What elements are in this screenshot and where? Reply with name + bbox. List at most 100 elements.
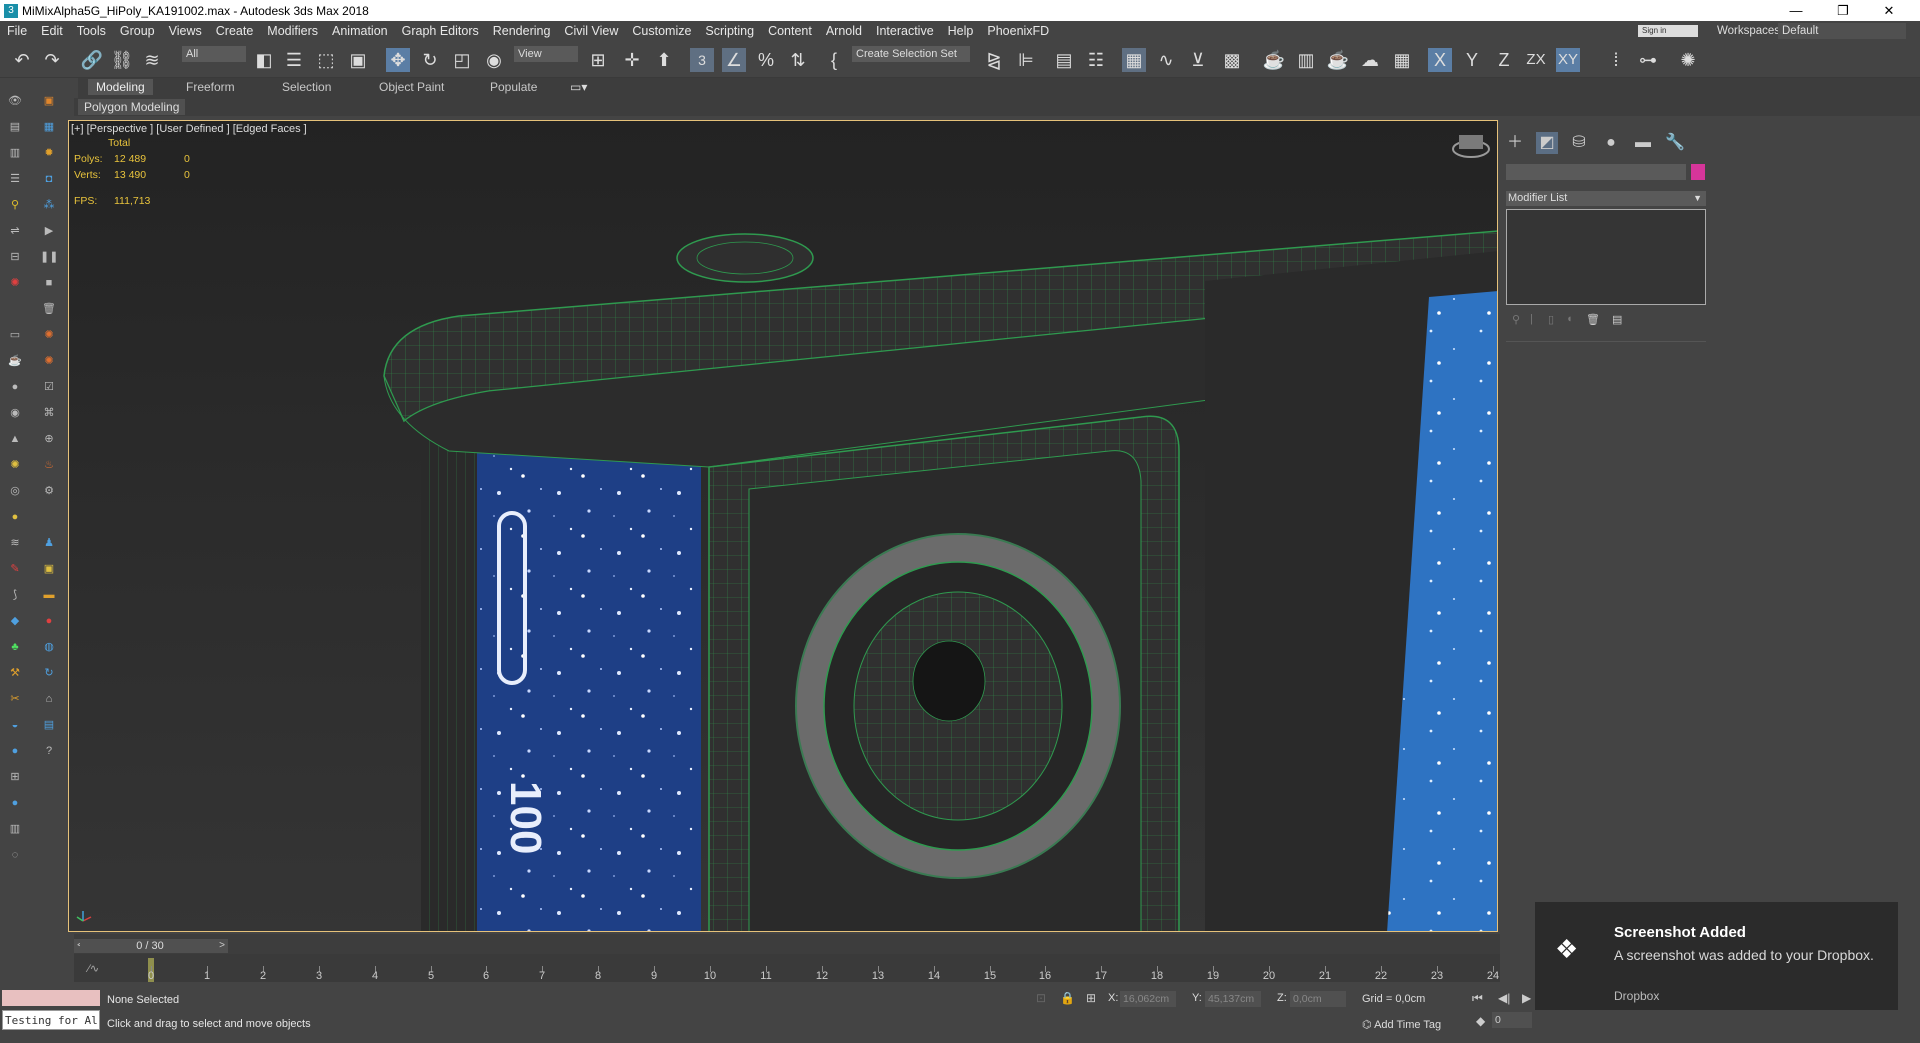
- sofa-icon[interactable]: ▬: [40, 586, 58, 604]
- perspective-viewport[interactable]: 100 [+] [Perspective ] [User Defined ] […: [68, 120, 1498, 932]
- menu-rendering[interactable]: Rendering: [486, 24, 558, 38]
- maxscript-input[interactable]: Testing for Al: [2, 1010, 100, 1030]
- modifier-list-dropdown[interactable]: Modifier List ▼: [1506, 191, 1706, 206]
- modifier-stack[interactable]: [1506, 209, 1706, 305]
- trash-icon[interactable]: 🗑: [40, 300, 58, 318]
- tool-icon[interactable]: ⊟: [6, 248, 24, 266]
- polygon-modeling-tab[interactable]: Polygon Modeling: [78, 99, 186, 115]
- menu-views[interactable]: Views: [162, 24, 209, 38]
- sort-icon[interactable]: ▥: [6, 144, 24, 162]
- select-rotate-icon[interactable]: ↻: [418, 48, 442, 72]
- snapshot-icon[interactable]: ⊶: [1636, 48, 1660, 72]
- menu-edit[interactable]: Edit: [34, 24, 70, 38]
- help-icon[interactable]: ?: [40, 742, 58, 760]
- configure-sets-icon[interactable]: ▤: [1612, 313, 1622, 326]
- material-editor-icon[interactable]: ▩: [1220, 48, 1244, 72]
- wave-icon[interactable]: ≋: [6, 534, 24, 552]
- window-crossing-icon[interactable]: ▣: [346, 48, 370, 72]
- angle-snap-icon[interactable]: ∠: [722, 48, 746, 72]
- rect-selection-icon[interactable]: ⬚: [314, 48, 338, 72]
- layer-explorer-icon[interactable]: ☷: [1084, 48, 1108, 72]
- select-by-name-icon[interactable]: ☰: [282, 48, 306, 72]
- link-icon[interactable]: 🔗: [80, 48, 104, 72]
- scene-explorer-toggle-icon[interactable]: 👁: [6, 92, 24, 110]
- select-manipulate-icon[interactable]: ✛: [620, 48, 644, 72]
- flame-icon[interactable]: ♨: [40, 456, 58, 474]
- close-button[interactable]: ✕: [1866, 0, 1912, 21]
- select-object-icon[interactable]: ◧: [252, 48, 276, 72]
- bulb-icon[interactable]: ●: [6, 508, 24, 526]
- sun-icon[interactable]: ✺: [6, 456, 24, 474]
- lock-icon[interactable]: 🔒: [1060, 991, 1075, 1005]
- unlink-icon[interactable]: ⛓: [110, 48, 134, 72]
- hammer-icon[interactable]: ⚒: [6, 664, 24, 682]
- x-coordinate-field[interactable]: 16,062cm: [1120, 991, 1176, 1007]
- pivot-center-icon[interactable]: ⊞: [586, 48, 610, 72]
- menu-tools[interactable]: Tools: [70, 24, 113, 38]
- restrict-z-icon[interactable]: Z: [1492, 48, 1516, 72]
- tab-freeform[interactable]: Freeform: [186, 80, 235, 94]
- menu-interactive[interactable]: Interactive: [869, 24, 941, 38]
- align-icon[interactable]: ⊫: [1014, 48, 1038, 72]
- rendered-frame-window-icon[interactable]: ▥: [1294, 48, 1318, 72]
- selection-filter-dropdown[interactable]: All: [182, 46, 246, 62]
- tab-populate[interactable]: Populate: [490, 80, 537, 94]
- key-mode-icon[interactable]: ◆: [1476, 1014, 1485, 1028]
- fire-icon[interactable]: ✺: [40, 352, 58, 370]
- menu-animation[interactable]: Animation: [325, 24, 395, 38]
- house-icon[interactable]: ⌂: [40, 690, 58, 708]
- play-icon[interactable]: ▶: [40, 222, 58, 240]
- time-slider[interactable]: 0 / 30: [80, 939, 220, 953]
- spacewarp-icon[interactable]: ✺: [6, 274, 24, 292]
- restrict-xy-icon[interactable]: XY: [1556, 48, 1580, 72]
- create-geometry-icon[interactable]: ▣: [40, 92, 58, 110]
- modify-tab-icon[interactable]: ◩: [1536, 132, 1558, 154]
- person-icon[interactable]: ♟: [40, 534, 58, 552]
- restrict-x-icon[interactable]: X: [1428, 48, 1452, 72]
- time-slider-track[interactable]: [74, 934, 1500, 954]
- curve-editor-icon[interactable]: ∿: [1154, 48, 1178, 72]
- dropbox-notification[interactable]: ❖ Screenshot Added A screenshot was adde…: [1535, 902, 1898, 1010]
- named-selection-set-dropdown[interactable]: Create Selection Set: [852, 46, 970, 62]
- pipe-icon[interactable]: ◒: [6, 716, 24, 734]
- eye-icon[interactable]: ◉: [6, 404, 24, 422]
- stop-icon[interactable]: ■: [40, 274, 58, 292]
- object-name-field[interactable]: [1506, 164, 1686, 180]
- motion-tab-icon[interactable]: ●: [1600, 132, 1622, 154]
- cone-icon[interactable]: ▲: [6, 430, 24, 448]
- array-icon[interactable]: ⁞: [1604, 48, 1628, 72]
- pin-stack-icon[interactable]: ⚲: [1512, 313, 1520, 326]
- camera-icon[interactable]: ◘: [40, 170, 58, 188]
- hierarchy-tab-icon[interactable]: ⛁: [1568, 132, 1590, 154]
- delete-icon[interactable]: 🗑: [1586, 313, 1600, 326]
- bind-spacewarp-icon[interactable]: ≋: [140, 48, 164, 72]
- box-icon[interactable]: ▭: [6, 326, 24, 344]
- sphere-icon[interactable]: ●: [6, 378, 24, 396]
- viewport-label[interactable]: [+] [Perspective ] [User Defined ] [Edge…: [71, 123, 307, 135]
- object-color-swatch[interactable]: [1691, 164, 1705, 180]
- mirror-icon[interactable]: ⧎: [982, 48, 1006, 72]
- restrict-zx-icon[interactable]: ZX: [1524, 48, 1548, 72]
- sphere-blue-icon[interactable]: ●: [6, 742, 24, 760]
- menu-customize[interactable]: Customize: [625, 24, 698, 38]
- ref-coord-dropdown[interactable]: View: [514, 46, 578, 62]
- ribbon-options-icon[interactable]: ▭▾: [570, 80, 587, 94]
- render-production-icon[interactable]: ☕: [1326, 48, 1350, 72]
- snaps-toggle-icon[interactable]: 3: [690, 48, 714, 72]
- render-in-cloud-icon[interactable]: ☁: [1358, 48, 1382, 72]
- select-move-icon[interactable]: ✥: [386, 48, 410, 72]
- clip-icon[interactable]: ✂: [6, 690, 24, 708]
- workspaces-dropdown[interactable]: Default: [1778, 23, 1906, 39]
- goto-start-icon[interactable]: ⏮: [1472, 991, 1483, 1006]
- maxscript-listener-mini[interactable]: [2, 990, 100, 1006]
- menu-file[interactable]: File: [0, 24, 34, 38]
- restrict-y-icon[interactable]: Y: [1460, 48, 1484, 72]
- helper-icon[interactable]: ⁂: [40, 196, 58, 214]
- column-icon[interactable]: ▥: [6, 820, 24, 838]
- menu-arnold[interactable]: Arnold: [819, 24, 869, 38]
- list-icon[interactable]: ☰: [6, 170, 24, 188]
- make-unique-icon[interactable]: ▯: [1548, 313, 1554, 326]
- track-bar[interactable]: [74, 954, 1500, 982]
- menu-content[interactable]: Content: [761, 24, 819, 38]
- y-coordinate-field[interactable]: 45,137cm: [1205, 991, 1261, 1007]
